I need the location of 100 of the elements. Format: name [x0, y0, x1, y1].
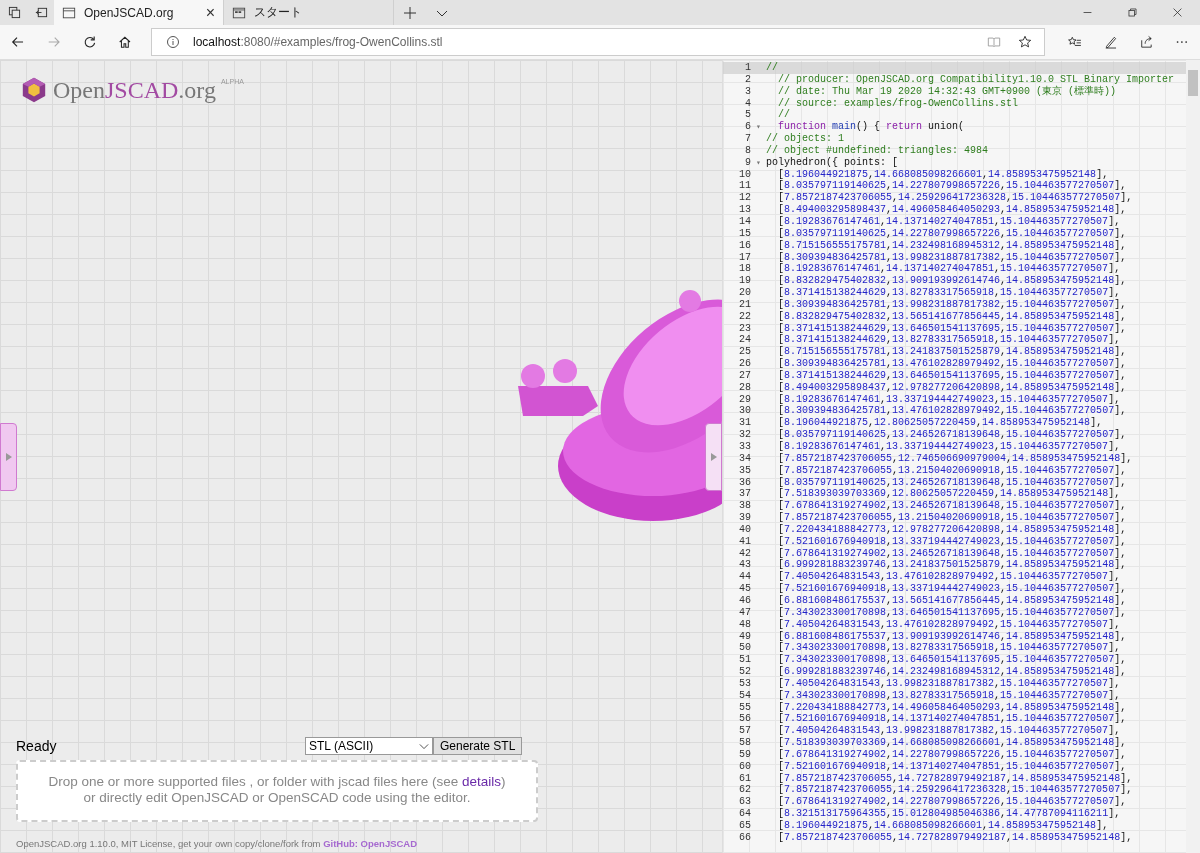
line-number: 31 [738, 417, 751, 430]
code-line: [8.035797119140625,13.246526718139648,15.104463577270507], [777, 476, 1127, 488]
line-number: 66 [738, 831, 751, 844]
code-line: [7.343023300170898,13.82783317565918,15.104463577270507], [777, 689, 1121, 702]
refresh-icon[interactable] [82, 34, 97, 50]
code-line: [7.40504264831543,13.998231887817382,15.104463577270507], [777, 725, 1121, 737]
triangle-right-icon [5, 453, 12, 461]
code-line: [8.715156555175781,14.232498168945312,14.858953475952148], [777, 239, 1127, 252]
line-number: 49 [738, 630, 751, 643]
line-number: 54 [738, 689, 751, 702]
fold-caret-icon[interactable]: ▾ [756, 121, 761, 134]
editor-toggle-tab[interactable] [705, 423, 722, 491]
line-number: 41 [738, 535, 751, 548]
code-editor[interactable] [722, 60, 1200, 853]
code-line: [8.832829475402832,13.909193992614746,14.858953475952148], [777, 275, 1127, 287]
footer-text: OpenJSCAD.org 1.10.0, MIT License, get your own copy/clone/fork from GitHub: OpenJSCAD [16, 838, 419, 849]
code-line: [8.035797119140625,14.227807998657226,15.104463577270507], [777, 180, 1127, 192]
code-line: [7.518393039703369,14.668085098266601,14.858953475952148], [777, 737, 1127, 749]
code-line: [8.494003295898437,14.496058464050293,14.858953475952148], [777, 204, 1127, 216]
code-line: // producer: OpenJSCAD.org Compatibility1.10.0 STL Binary Importer [777, 73, 1175, 85]
scrollbar[interactable] [1186, 60, 1200, 853]
line-number: 33 [738, 441, 751, 453]
code-line: [7.521601676940918,13.337194442749023,15.104463577270507], [777, 583, 1127, 595]
triangle-right-icon [710, 453, 717, 461]
code-line: [8.196044921875,14.668085098266601,14.858953475952148], [777, 168, 1109, 180]
code-line: [6.881608486175537,13.565141677856445,14.858953475952148], [777, 594, 1127, 607]
line-number: 26 [738, 358, 751, 370]
tab-list-icon[interactable] [8, 6, 21, 19]
page-icon [232, 5, 246, 20]
logo-cube-icon [20, 76, 48, 104]
code-line: [7.8572187423706055,14.259296417236328,15.104463577270507], [777, 192, 1133, 204]
code-line: [7.8572187423706055,14.259296417236328,15.104463577270507], [777, 784, 1133, 796]
code-line: // date: Thu Mar 19 2020 14:32:43 GMT+0900 (東京 (標準時)) [777, 85, 1117, 98]
format-select[interactable]: STL (ASCII) [305, 737, 433, 755]
new-tab-icon[interactable] [403, 5, 417, 20]
drop-zone[interactable]: Drop one or more supported files , or folder with jscad files here (see details) or directly edit OpenJSCAD or OpenSCAD code using the editor. [16, 760, 538, 822]
set-tabs-aside-icon[interactable] [35, 6, 48, 19]
code-line: [7.343023300170898,13.82783317565918,15.104463577270507], [777, 642, 1121, 654]
code-line: // source: examples/frog-OwenCollins.stl [777, 97, 1019, 109]
line-number: 52 [738, 666, 751, 678]
line-number: 48 [738, 618, 751, 631]
page-icon [62, 5, 76, 20]
drop-zone-text: Drop one or more supported files , or folder with jscad files here (see details) [47, 774, 507, 790]
line-number: 65 [738, 820, 751, 832]
code-line: [8.371415138244629,13.646501541137695,15.104463577270507], [777, 322, 1127, 334]
code-line: [8.715156555175781,13.241837501525879,14.858953475952148], [777, 346, 1127, 358]
line-number: 25 [738, 346, 751, 359]
star-icon[interactable] [1018, 35, 1032, 49]
line-number: 45 [738, 583, 751, 595]
close-icon[interactable] [1172, 7, 1183, 18]
tab-title: スタート [254, 4, 303, 21]
code-line: [6.881608486175537,13.909193992614746,14.858953475952148], [777, 630, 1127, 642]
address-bar[interactable]: localhost:8080/#examples/frog-OwenCollins.stl [151, 28, 1045, 56]
code-line: [7.8572187423706055,14.727828979492187,14.858953475952148], [777, 772, 1133, 784]
line-number: 58 [738, 737, 751, 749]
line-number: 34 [738, 452, 751, 465]
panel-toggle-tab[interactable] [0, 423, 17, 491]
line-number: 28 [738, 381, 751, 394]
line-number: 23 [738, 322, 751, 335]
code-line: [7.521601676940918,14.137140274047851,15.104463577270507], [777, 713, 1127, 725]
code-line: function main() { return union( [777, 121, 965, 133]
code-line: [8.309394836425781,13.998231887817382,15.104463577270507], [777, 298, 1127, 311]
pen-icon[interactable] [1103, 34, 1118, 50]
line-number: 30 [738, 405, 751, 418]
restore-icon[interactable] [1127, 7, 1138, 18]
code-line: // objects: 1 [766, 133, 844, 145]
close-tab-button[interactable]: × [205, 4, 215, 21]
line-number: 50 [738, 642, 751, 655]
code-line: polyhedron({ points: [ [766, 156, 899, 169]
code-line: [8.494003295898437,12.978277206420898,14.858953475952148], [777, 381, 1127, 394]
details-link[interactable]: details [461, 774, 501, 789]
line-number: 6 [744, 121, 751, 134]
line-number: 22 [738, 310, 751, 323]
line-number: 10 [738, 168, 751, 181]
line-number: 59 [738, 748, 751, 761]
share-icon[interactable] [1139, 34, 1154, 50]
line-number: 55 [738, 701, 751, 714]
back-icon[interactable] [11, 34, 25, 50]
3d-viewport[interactable] [0, 60, 722, 853]
fold-caret-icon[interactable]: ▾ [756, 156, 761, 169]
home-icon[interactable] [118, 34, 132, 50]
line-number: 12 [738, 192, 751, 205]
line-number: 8 [744, 144, 751, 157]
line-number: 24 [738, 334, 751, 347]
code-line: [8.035797119140625,14.227807998657226,15.104463577270507], [777, 227, 1127, 240]
code-line: [8.19283676147461,13.337194442749023,15.104463577270507], [777, 441, 1121, 453]
code-line: [7.521601676940918,13.337194442749023,15.104463577270507], [777, 535, 1127, 548]
generate-stl-button[interactable]: Generate STL [433, 737, 523, 755]
line-number: 32 [738, 429, 751, 441]
line-number: 60 [738, 760, 751, 773]
code-line: [7.220434188842773,12.978277206420898,14.858953475952148], [777, 523, 1127, 536]
code-line: // [777, 109, 790, 121]
line-number: 27 [738, 369, 751, 382]
code-line: [8.832829475402832,13.565141677856445,14.858953475952148], [777, 310, 1127, 323]
code-line: [8.196044921875,12.80625057220459,14.858953475952148], [777, 417, 1103, 429]
code-line: // [766, 62, 778, 74]
browser-tab[interactable]: OpenJSCAD.org × [54, 0, 224, 25]
line-number: 61 [738, 772, 751, 785]
code-line: [7.678641319274902,13.246526718139648,15.104463577270507], [777, 547, 1127, 559]
code-line: [8.19283676147461,14.137140274047851,15.104463577270507], [777, 263, 1121, 275]
